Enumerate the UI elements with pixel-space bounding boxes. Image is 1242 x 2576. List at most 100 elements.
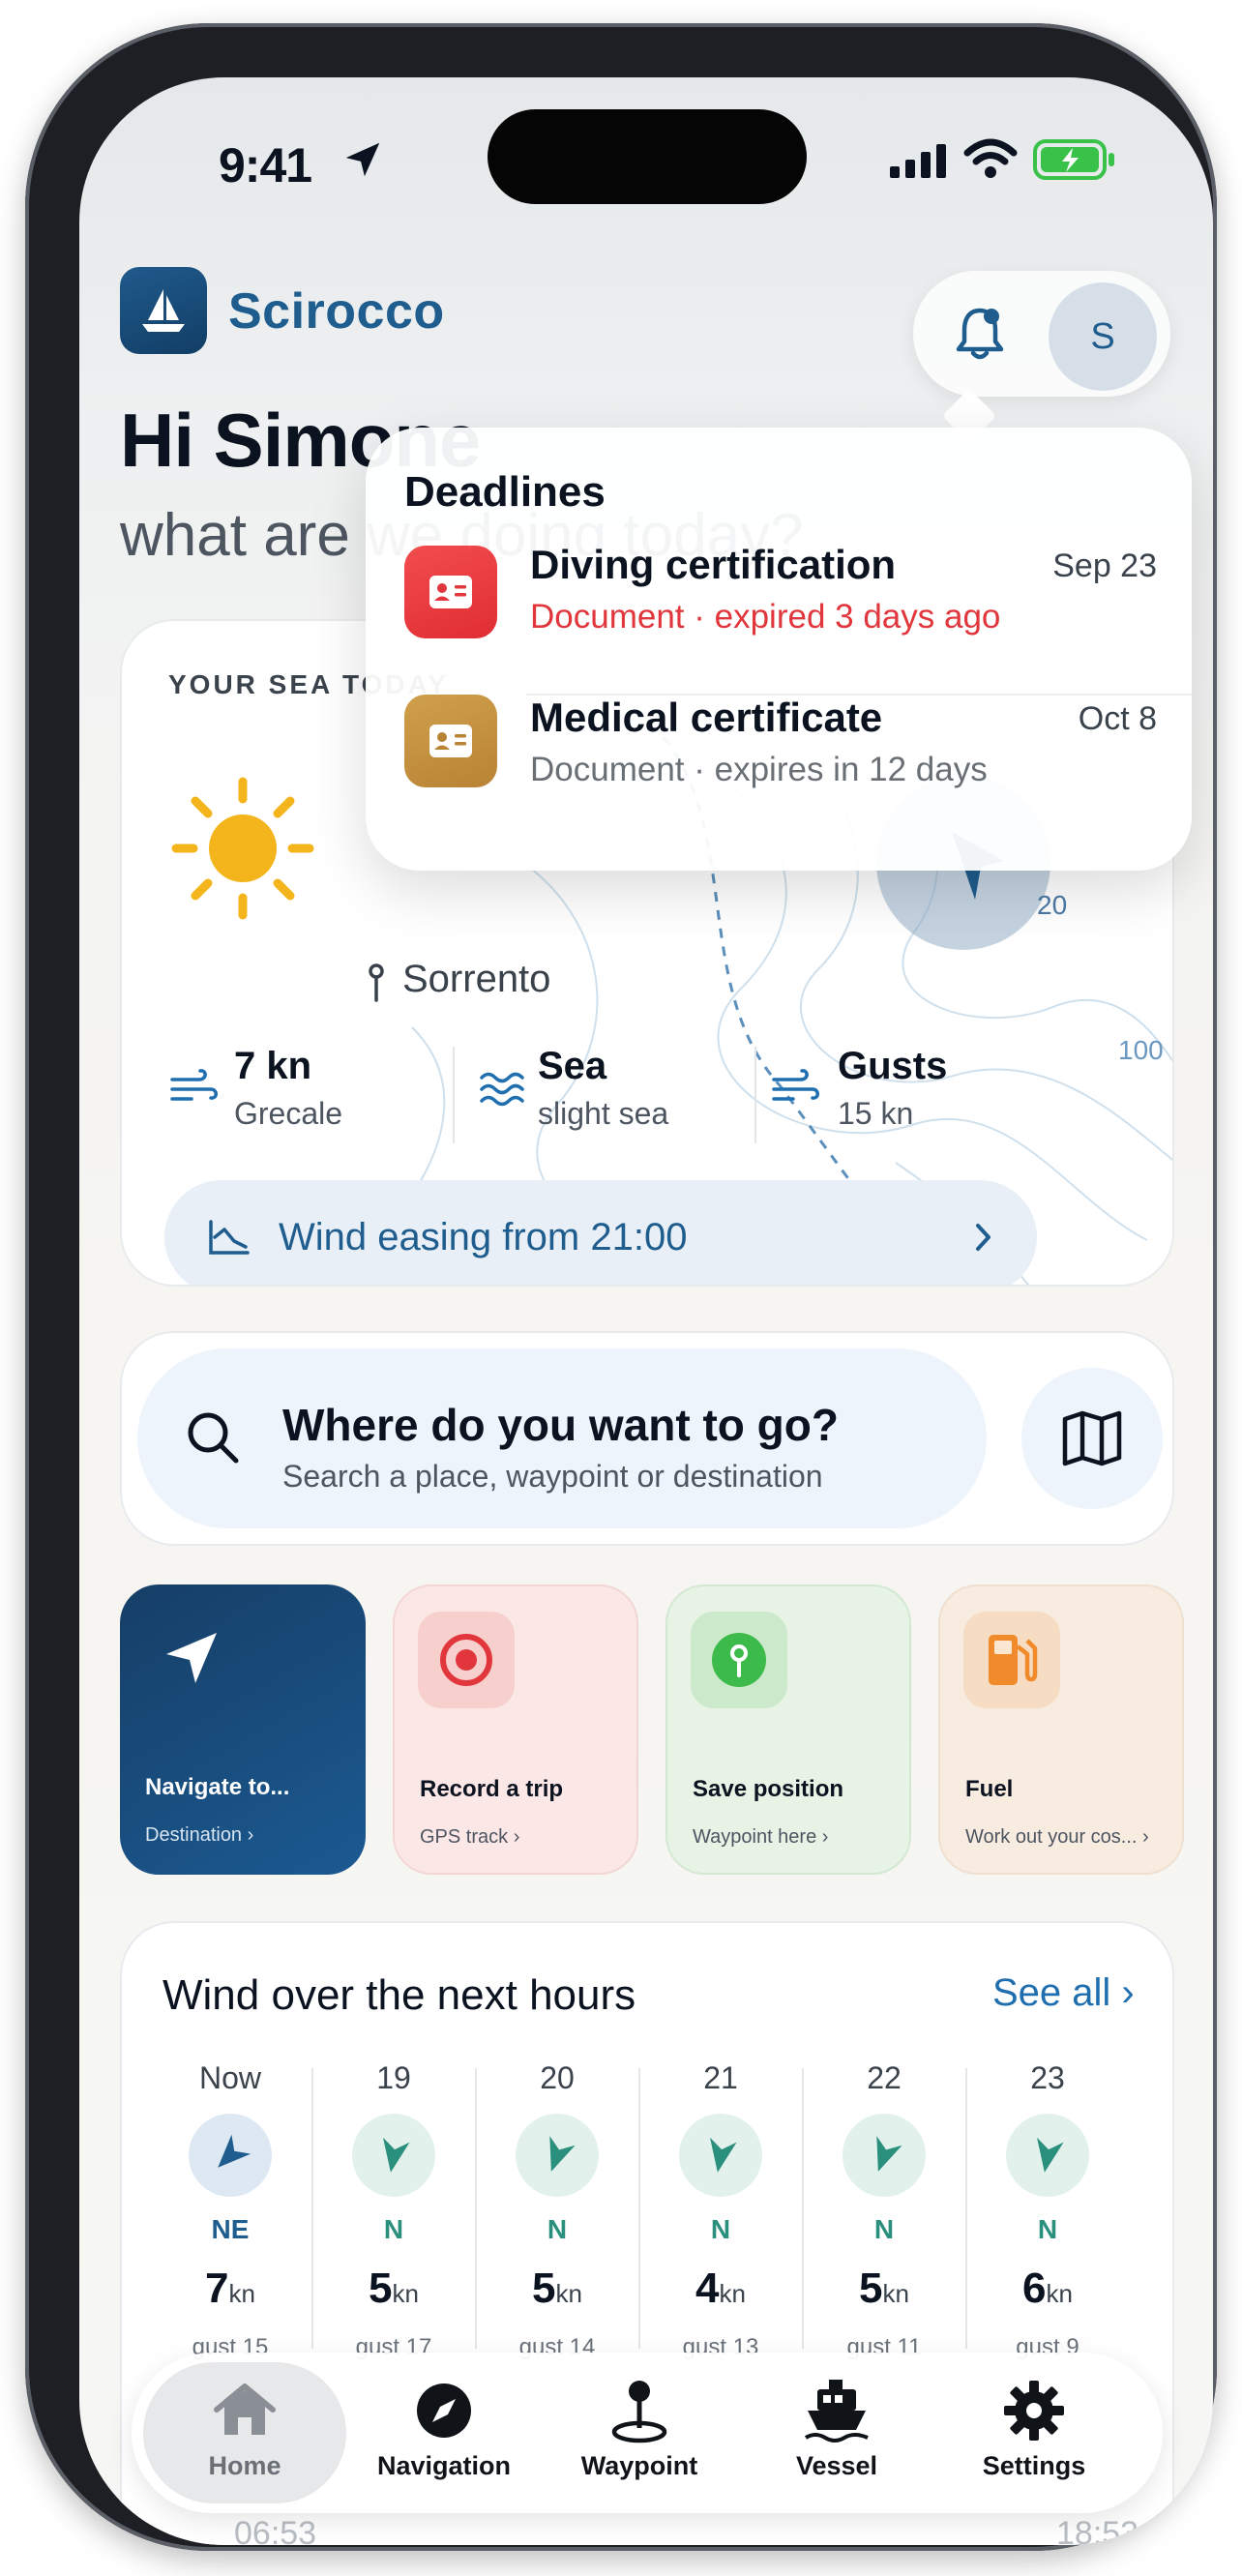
home-icon [143, 2374, 346, 2447]
wind-hour-label: 23 [1030, 2060, 1065, 2095]
wind-hour-column[interactable]: 22 N 5kn gust 11 [803, 2049, 965, 2368]
wind-direction-icon [679, 2114, 762, 2197]
tab-label: Settings [982, 2451, 1086, 2480]
tab-home[interactable]: Home [143, 2362, 346, 2503]
wind-hour-column[interactable]: 23 N 6kn gust 9 [966, 2049, 1129, 2368]
quick-action-sub: Destination › [145, 1824, 254, 1846]
wind-direction-label: N [547, 2214, 568, 2244]
trend-chart-icon [209, 1220, 250, 1255]
wind-direction-label: N [383, 2214, 404, 2244]
quick-action-record[interactable]: Record a trip GPS track › [393, 1584, 638, 1875]
wind-column-divider [311, 2068, 313, 2349]
wind-hour-column[interactable]: 20 N 5kn gust 14 [476, 2049, 638, 2368]
wind-direction-label: N [1037, 2214, 1058, 2244]
wind-direction-icon [189, 2114, 272, 2197]
sunrise-time: 06:53 [234, 2515, 317, 2545]
deadline-status: Document · expires in 12 days [530, 751, 988, 788]
quick-action-sub: Waypoint here › [693, 1826, 829, 1848]
wind-direction-icon [516, 2114, 599, 2197]
bell-icon [956, 308, 1004, 360]
search-card: Where do you want to go? Search a place,… [120, 1331, 1174, 1546]
location-pin-icon [369, 963, 384, 1002]
avatar[interactable]: S [1049, 282, 1157, 391]
wind-direction-icon [352, 2114, 435, 2197]
map-button[interactable] [1021, 1368, 1163, 1509]
search-title: Where do you want to go? [282, 1400, 839, 1450]
quick-action-save-position[interactable]: Save position Waypoint here › [665, 1584, 911, 1875]
wind-unit: kn [1046, 2279, 1073, 2308]
wind-hour-column[interactable]: Now NE 7kn gust 15 [149, 2049, 311, 2368]
app-screen: 9:41 Scirocco S Hi Simone what are 20 10… [79, 77, 1213, 2545]
compass-value: 20 [1037, 890, 1068, 920]
fuel-pump-icon [963, 1612, 1060, 1708]
wind-hour-column[interactable]: 21 N 4kn gust 13 [639, 2049, 802, 2368]
status-time: 9:41 [219, 138, 312, 192]
record-target-icon [418, 1612, 515, 1708]
sailboat-icon [142, 289, 185, 332]
waves-icon [480, 1072, 524, 1107]
wind-title: Wind over the next hours [163, 1971, 636, 2019]
deadline-date: Sep 23 [1052, 548, 1157, 584]
tab-label: Home [208, 2451, 281, 2480]
quick-action-navigate[interactable]: Navigate to... Destination › [120, 1584, 366, 1875]
map-icon [1062, 1410, 1122, 1466]
id-card-icon [404, 546, 497, 638]
wifi-icon [963, 138, 1018, 178]
wind-icon [772, 1069, 819, 1101]
gear-icon [932, 2374, 1136, 2447]
stat-divider [754, 1047, 756, 1143]
deadline-name: Medical certificate [530, 695, 883, 740]
quick-action-title: Save position [693, 1776, 844, 1802]
phone-frame: 9:41 Scirocco S Hi Simone what are 20 10… [25, 23, 1217, 2551]
wind-trend-banner[interactable]: Wind easing from 21:00 [164, 1180, 1037, 1285]
app-logo [120, 267, 207, 354]
deadline-item[interactable]: Diving certification Document · expired … [404, 542, 1157, 677]
wind-direction-label: NE [211, 2214, 250, 2244]
search-placeholder: Search a place, waypoint or destination [282, 1459, 823, 1494]
wind-unit: kn [719, 2279, 746, 2308]
sun-icon [171, 777, 314, 920]
waypoint-pin-icon [538, 2374, 741, 2447]
wind-hour-label: 20 [540, 2060, 575, 2095]
wind-hour-label: 21 [703, 2060, 738, 2095]
quick-action-sub: GPS track › [420, 1826, 520, 1848]
notifications-button[interactable] [946, 300, 1014, 368]
wind-column-divider [638, 2068, 640, 2349]
search-input[interactable]: Where do you want to go? Search a place,… [137, 1348, 987, 1528]
wind-icon [170, 1069, 218, 1101]
tab-vessel[interactable]: Vessel [735, 2362, 938, 2503]
wind-unit: kn [555, 2279, 582, 2308]
wind-speed: 5 [859, 2265, 883, 2312]
deadline-date: Oct 8 [1078, 700, 1157, 737]
tab-waypoint[interactable]: Waypoint [538, 2362, 741, 2503]
wind-column-divider [802, 2068, 804, 2349]
sunset-time: 18:53 [1056, 2515, 1139, 2545]
tab-bar: Home Navigation Waypoint Vessel Settings [132, 2353, 1163, 2513]
signal-icon [890, 144, 946, 178]
wind-speed: 6 [1022, 2265, 1047, 2312]
stat-sea-state: slight sea [538, 1096, 669, 1131]
see-all-link[interactable]: See all › [992, 1971, 1135, 2015]
deadline-item[interactable]: Medical certificate Document · expires i… [404, 695, 1157, 830]
stat-gusts-title: Gusts [838, 1045, 948, 1087]
wind-speed: 5 [369, 2265, 393, 2312]
wind-unit: kn [228, 2279, 255, 2308]
wind-direction-label: N [710, 2214, 731, 2244]
stat-wind: 7 kn Grecale [234, 1045, 342, 1132]
wind-speed: 5 [532, 2265, 556, 2312]
quick-action-fuel[interactable]: Fuel Work out your cos... › [938, 1584, 1184, 1875]
stat-sea: Sea slight sea [538, 1045, 668, 1132]
tab-label: Waypoint [580, 2451, 698, 2480]
depth-label: 100 [1118, 1035, 1164, 1065]
stat-wind-name: Grecale [234, 1096, 343, 1131]
popover-title: Deadlines [404, 468, 606, 516]
quick-action-title: Navigate to... [145, 1774, 290, 1800]
stat-divider [453, 1047, 455, 1143]
wind-column-divider [475, 2068, 477, 2349]
tab-navigation[interactable]: Navigation [342, 2362, 546, 2503]
wind-direction-label: N [873, 2214, 895, 2244]
id-card-icon [404, 695, 497, 787]
compass-icon [342, 2374, 546, 2447]
wind-hour-column[interactable]: 19 N 5kn gust 17 [312, 2049, 475, 2368]
tab-settings[interactable]: Settings [932, 2362, 1136, 2503]
